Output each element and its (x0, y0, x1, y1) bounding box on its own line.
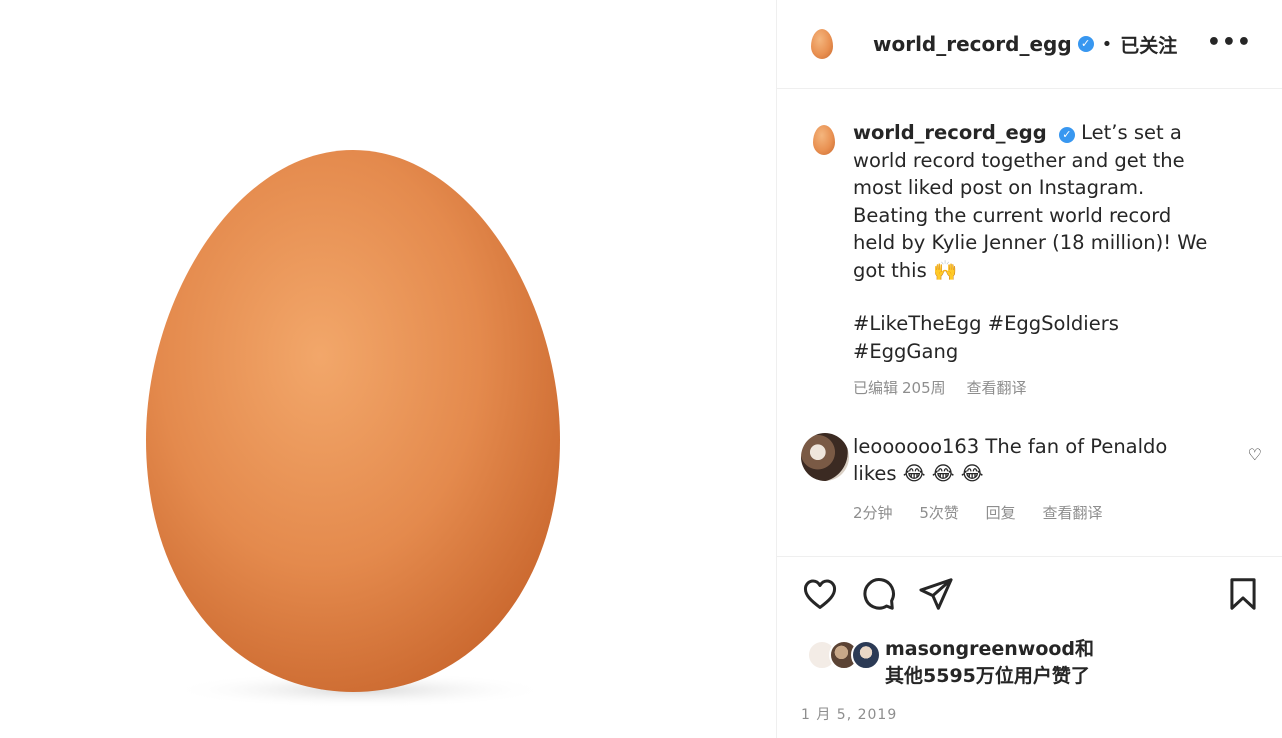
translate-link[interactable]: 查看翻译 (966, 379, 1026, 397)
caption-meta: 已编辑 205周 查看翻译 (853, 375, 1213, 403)
comment-translate-link[interactable]: 查看翻译 (1042, 504, 1102, 522)
comment-age: 2分钟 (853, 503, 893, 522)
follow-status-button[interactable]: 已关注 (1120, 31, 1177, 58)
post-image[interactable] (0, 0, 776, 738)
egg-photo (146, 150, 560, 708)
caption-avatar[interactable] (813, 125, 835, 155)
verified-icon: ✓ (1058, 127, 1075, 143)
comment-icon[interactable] (859, 575, 897, 613)
post-date: 1 月 5, 2019 (801, 707, 898, 723)
actions-divider (777, 556, 1282, 557)
comment-body: leoooooo163 The fan of Penaldo likes 😂 😂… (853, 433, 1213, 488)
reply-button[interactable]: 回复 (986, 504, 1016, 522)
caption-text: Let’s set a world record together and ge… (853, 121, 1208, 282)
likes-text: masongreenwood和 其他5595万位用户赞了 (885, 636, 1094, 696)
laughing-emoji: 😂 😂 😂 (902, 462, 984, 485)
caption-body: world_record_egg ✓ Let’s set a world rec… (853, 119, 1213, 403)
bookmark-icon[interactable] (1224, 575, 1262, 613)
avatar (851, 640, 881, 670)
comment-meta: 2分钟 5次赞 回复 查看翻译 (853, 502, 1242, 523)
hashtags-line-1[interactable]: #LikeTheEgg #EggSoldiers (853, 310, 1213, 338)
action-bar (801, 575, 1262, 615)
verified-icon: ✓ (1077, 36, 1094, 52)
liker-username[interactable]: masongreenwood (885, 638, 1075, 660)
heart-icon[interactable] (801, 575, 839, 613)
comment-username[interactable]: leoooooo163 (853, 435, 979, 458)
comment-avatar[interactable] (801, 432, 849, 481)
avatar[interactable] (811, 29, 833, 59)
post-header: world_record_egg ✓ • 已关注 ••• (777, 0, 1282, 88)
caption: world_record_egg ✓ Let’s set a world rec… (777, 89, 1282, 403)
share-icon[interactable] (917, 575, 955, 613)
heart-small-icon[interactable]: ♡ (1248, 445, 1262, 464)
raised-hands-emoji: 🙌 (932, 258, 958, 282)
likes-and: 和 (1075, 638, 1095, 660)
edited-label: 已编辑 (853, 379, 899, 397)
more-icon[interactable]: ••• (1207, 30, 1252, 55)
hashtags-line-2[interactable]: #EggGang (853, 338, 1213, 366)
instagram-post: world_record_egg ✓ • 已关注 ••• world_recor… (0, 0, 1282, 738)
header-username[interactable]: world_record_egg (873, 32, 1072, 56)
caption-age: 205周 (902, 379, 946, 397)
post-sidebar: world_record_egg ✓ • 已关注 ••• world_recor… (776, 0, 1282, 738)
likes-summary: masongreenwood和 其他5595万位用户赞了 (807, 636, 1094, 696)
comment-likes[interactable]: 5次赞 (919, 504, 959, 522)
comment: leoooooo163 The fan of Penaldo likes 😂 😂… (777, 432, 1282, 523)
liker-avatars[interactable] (807, 636, 885, 676)
likes-count[interactable]: 其他5595万位用户赞了 (885, 665, 1090, 687)
separator-dot: • (1101, 33, 1113, 55)
caption-username[interactable]: world_record_egg (853, 121, 1047, 144)
hashtags: #LikeTheEgg #EggSoldiers #EggGang (853, 310, 1213, 365)
